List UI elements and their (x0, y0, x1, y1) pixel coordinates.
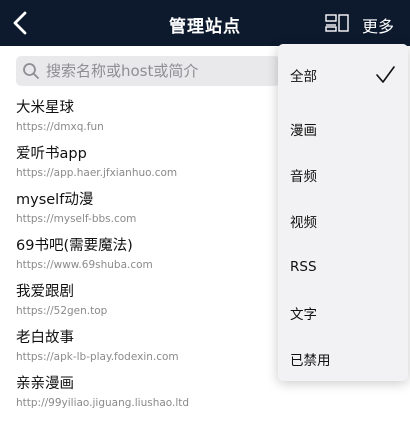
more-button[interactable]: 更多 (362, 13, 394, 37)
site-item[interactable]: myself动漫 https://myself-bbs.com (16, 190, 278, 236)
site-item[interactable]: 爱听书app https://app.haer.jfxianhuo.com (16, 144, 278, 190)
menu-item-label: 音频 (290, 169, 317, 185)
site-item[interactable]: 大米星球 https://dmxq.fun (16, 98, 278, 144)
menu-item-label: RSS (290, 259, 317, 275)
menu-item-label: 已禁用 (290, 353, 331, 369)
site-url: https://app.haer.jfxianhuo.com (16, 167, 178, 179)
menu-item-rss[interactable]: RSS (278, 244, 408, 290)
navbar: 管理站点 更多 (0, 0, 410, 46)
search-input[interactable] (46, 62, 280, 80)
menu-item-all[interactable]: 全部 (278, 44, 408, 106)
menu-item-disabled[interactable]: 已禁用 (278, 336, 408, 382)
menu-item-comic[interactable]: 漫画 (278, 106, 408, 152)
site-item[interactable]: 亲亲漫画 http://99yiliao.jiguang.liushao.ltd (16, 374, 278, 420)
site-list: 大米星球 https://dmxq.fun 爱听书app https://app… (16, 98, 278, 420)
menu-item-video[interactable]: 视频 (278, 198, 408, 244)
site-item[interactable]: 老白故事 https://apk-lb-play.fodexin.com (16, 328, 278, 374)
menu-item-text[interactable]: 文字 (278, 290, 408, 336)
menu-item-label: 文字 (290, 307, 317, 323)
menu-item-audio[interactable]: 音频 (278, 152, 408, 198)
menu-item-label: 漫画 (290, 123, 317, 139)
site-name: 大米星球 (16, 100, 74, 116)
site-url: https://dmxq.fun (16, 121, 104, 133)
site-name: 老白故事 (16, 330, 74, 346)
site-url: https://myself-bbs.com (16, 213, 137, 225)
site-item[interactable]: 我爱跟剧 https://52gen.top (16, 282, 278, 328)
menu-item-label: 视频 (290, 215, 317, 231)
site-name: 我爱跟剧 (16, 284, 74, 300)
search-icon (23, 63, 39, 79)
site-url: https://www.69shuba.com (16, 259, 153, 271)
search-bar[interactable] (16, 56, 280, 86)
menu-item-label: 全部 (290, 69, 317, 85)
filter-dropdown-menu: 全部 漫画 音频 视频 RSS 文字 已禁用 (278, 44, 408, 381)
site-name: 亲亲漫画 (16, 376, 74, 392)
layout-toggle-button[interactable] (325, 14, 349, 32)
site-url: https://52gen.top (16, 305, 108, 317)
site-url: https://apk-lb-play.fodexin.com (16, 351, 179, 363)
site-name: 爱听书app (16, 146, 87, 162)
site-name: myself动漫 (16, 192, 94, 208)
site-name: 69书吧(需要魔法) (16, 238, 133, 254)
check-icon (376, 66, 395, 83)
layout-toggle-icon (325, 14, 349, 32)
site-item[interactable]: 69书吧(需要魔法) https://www.69shuba.com (16, 236, 278, 282)
site-url: http://99yiliao.jiguang.liushao.ltd (16, 397, 190, 409)
